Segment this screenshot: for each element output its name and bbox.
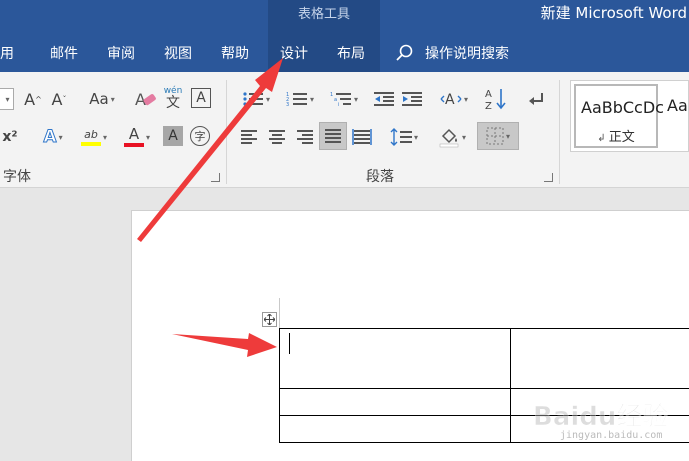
tell-me-search[interactable]: 操作说明搜索 <box>425 43 509 63</box>
tab-mailings[interactable]: 邮件 <box>50 43 78 63</box>
numbering-icon: 123 <box>286 92 307 107</box>
decrease-indent-button[interactable] <box>372 88 396 110</box>
highlight-color-button[interactable]: ab ▾ <box>75 124 113 150</box>
paint-bucket-icon <box>439 128 459 148</box>
character-border-button[interactable]: A <box>191 88 211 108</box>
document-title: 新建 Microsoft Word <box>540 4 687 22</box>
font-group-label: 字体 <box>3 169 31 185</box>
bullets-icon <box>243 92 263 106</box>
lightbulb-search-icon[interactable] <box>396 44 414 62</box>
increase-indent-button[interactable] <box>400 88 424 110</box>
table-cell[interactable] <box>279 388 511 416</box>
align-center-button[interactable] <box>267 126 287 148</box>
numbering-button[interactable]: 1 2 3 ▾ <box>282 88 318 110</box>
sort-icon: AZ <box>485 89 506 111</box>
table-row <box>279 328 689 389</box>
justify-icon <box>325 129 341 143</box>
paragraph-mark-icon <box>529 93 543 105</box>
watermark-url: jingyan.baidu.com <box>560 430 663 441</box>
borders-icon <box>486 127 504 145</box>
enclose-characters-button[interactable]: 字 <box>190 126 210 146</box>
phonetic-guide-button[interactable]: wén 文 <box>161 84 185 112</box>
style-normal-name: ↲ 正文 <box>597 130 635 145</box>
svg-text:a: a <box>334 97 337 103</box>
table-move-handle[interactable] <box>262 312 277 327</box>
style-normal[interactable]: AaBbCcDc ↲ 正文 <box>574 84 664 148</box>
asian-layout-icon: A <box>440 92 462 108</box>
svg-text:1: 1 <box>330 92 333 98</box>
align-left-icon <box>241 130 257 144</box>
tab-help[interactable]: 帮助 <box>221 43 249 63</box>
table-cell[interactable] <box>510 328 689 389</box>
table-cell[interactable] <box>279 415 511 443</box>
font-dialog-launcher[interactable] <box>211 173 220 182</box>
font-color-button[interactable]: A ▾ <box>118 124 156 150</box>
text-effects-button[interactable]: A ▾ <box>36 126 70 148</box>
increase-indent-icon <box>402 92 422 106</box>
character-shading-button[interactable]: A <box>163 126 183 146</box>
styles-gallery: AaBbCcDc ↲ 正文 Aa <box>570 80 689 152</box>
tab-view[interactable]: 视图 <box>164 43 192 63</box>
style-next-sample[interactable]: Aa <box>667 96 688 115</box>
style-normal-sample: AaBbCcDc <box>581 98 664 117</box>
group-separator <box>226 80 227 184</box>
tab-references[interactable]: 引用 <box>0 43 14 63</box>
clear-formatting-icon[interactable]: A <box>134 88 158 110</box>
decrease-indent-icon <box>374 92 394 106</box>
svg-text:3: 3 <box>286 102 289 107</box>
sort-button[interactable]: AZ <box>484 86 508 112</box>
paragraph-group-label: 段落 <box>366 169 394 185</box>
line-spacing-icon <box>390 128 412 146</box>
show-hide-marks-button[interactable] <box>524 88 546 110</box>
align-center-icon <box>269 130 285 144</box>
svg-text:Baidu经验: Baidu经验 <box>533 401 668 432</box>
distributed-button[interactable] <box>351 126 373 148</box>
multilevel-list-button[interactable]: 1 a i ▾ <box>326 88 362 110</box>
change-case-button[interactable]: Aa ▾ <box>84 88 120 110</box>
contextual-group-label: 表格工具 <box>297 7 350 22</box>
svg-text:i: i <box>338 102 339 107</box>
borders-button[interactable]: ▾ <box>477 122 519 150</box>
shading-button[interactable]: ▾ <box>434 124 470 150</box>
align-right-icon <box>297 130 313 144</box>
paragraph-dialog-launcher[interactable] <box>544 173 553 182</box>
grow-font-button[interactable]: A ^ <box>22 88 44 110</box>
align-right-button[interactable] <box>295 126 315 148</box>
align-left-button[interactable] <box>239 126 259 148</box>
tab-review[interactable]: 审阅 <box>107 43 135 63</box>
superscript-button[interactable]: x² <box>0 126 20 148</box>
font-size-box[interactable]: ▾ <box>0 88 14 110</box>
table-cell[interactable] <box>279 328 511 389</box>
svg-text:Z: Z <box>485 101 492 111</box>
tab-table-design[interactable]: 设计 <box>280 43 308 63</box>
justify-button[interactable] <box>319 122 347 150</box>
text-cursor <box>289 333 290 354</box>
multilevel-list-icon: 1ai <box>330 92 351 107</box>
move-arrows-icon <box>264 314 275 325</box>
group-separator <box>559 80 560 184</box>
svg-text:A: A <box>445 92 455 108</box>
distributed-icon <box>352 129 372 145</box>
asian-layout-button[interactable]: A ▾ <box>436 88 472 110</box>
line-spacing-button[interactable]: ▾ <box>386 126 422 148</box>
tab-table-layout[interactable]: 布局 <box>337 43 365 63</box>
svg-text:A: A <box>485 89 492 100</box>
margin-marker <box>279 298 280 328</box>
shrink-font-button[interactable]: Aˇ <box>48 88 70 110</box>
bullets-button[interactable]: ▾ <box>238 88 274 110</box>
